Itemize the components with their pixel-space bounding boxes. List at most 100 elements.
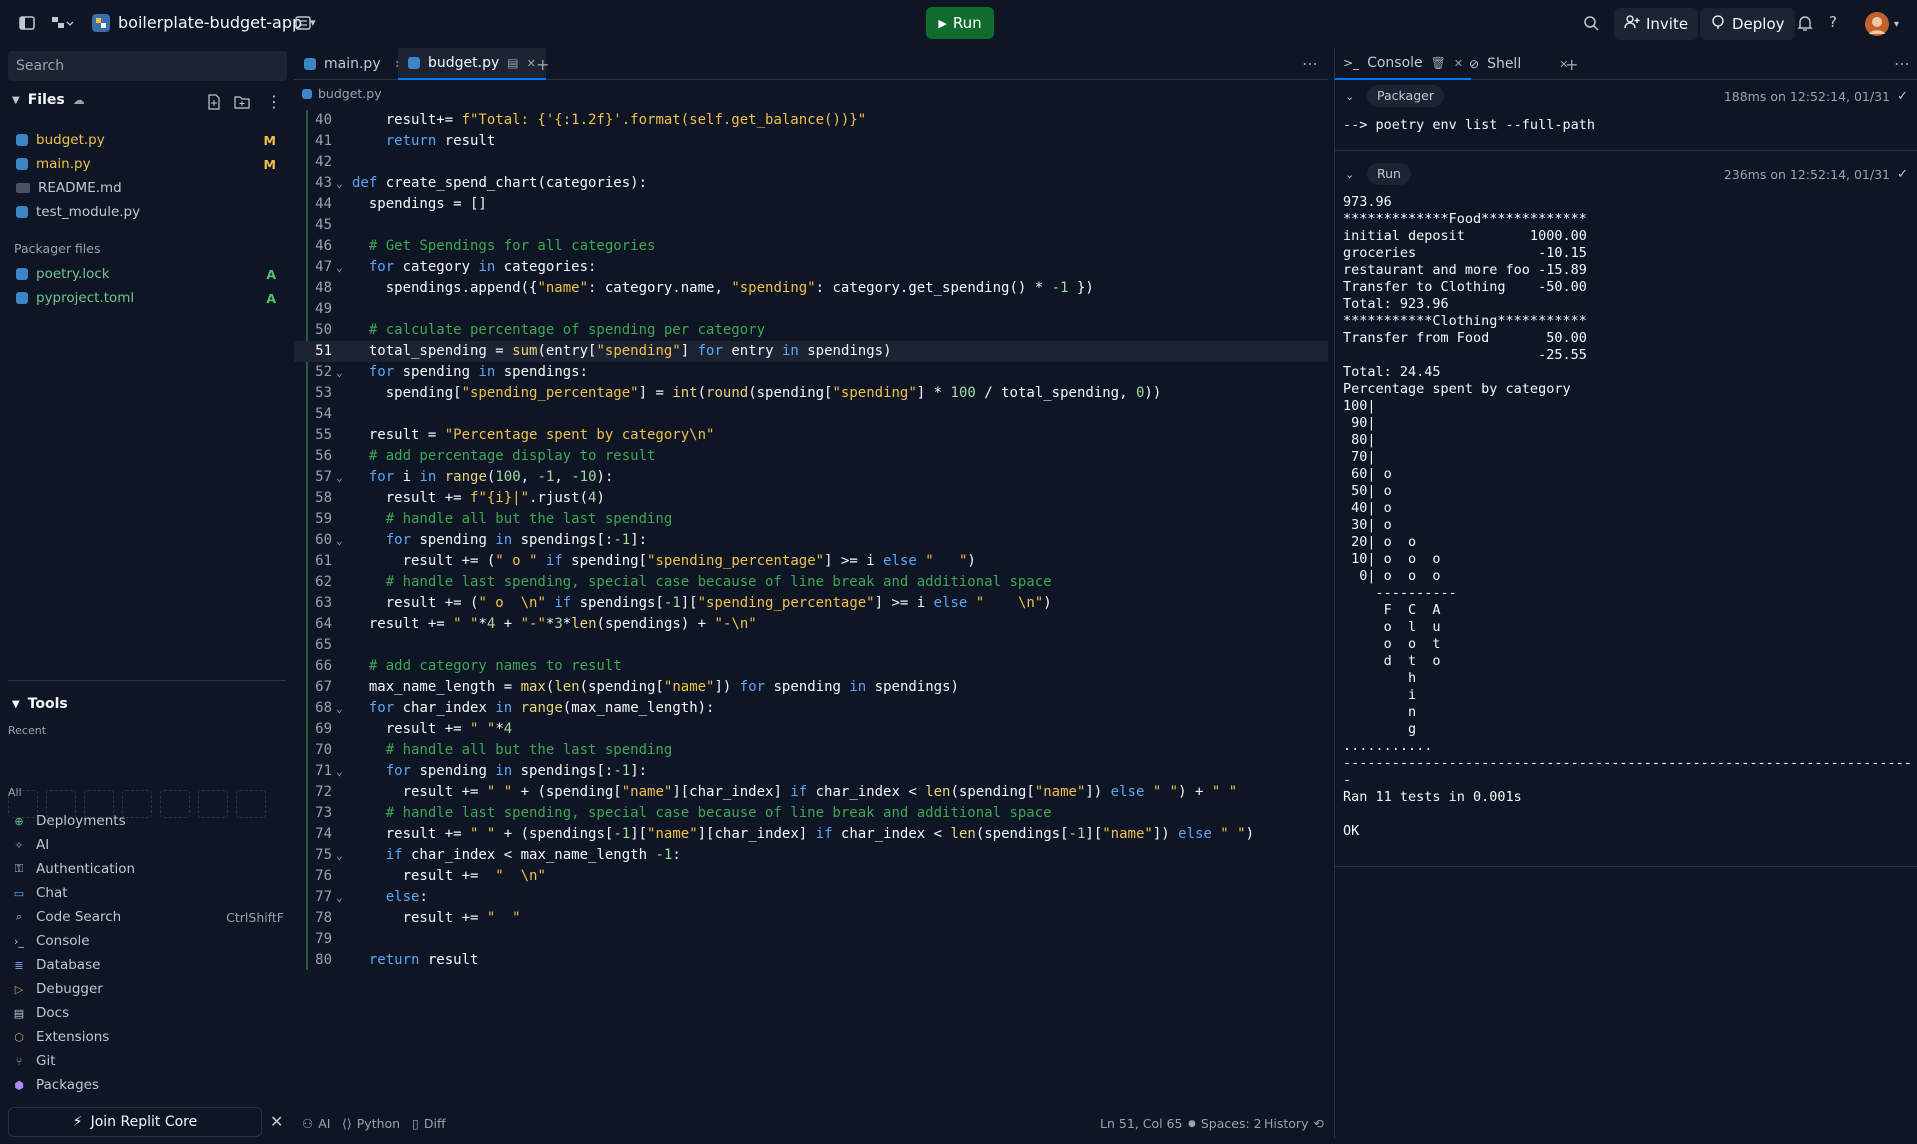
code-line[interactable]: 53 spending["spending_percentage"] = int… bbox=[294, 383, 1328, 404]
user-avatar[interactable]: ▾ bbox=[1864, 11, 1899, 37]
tool-item-ai[interactable]: ✧ AI bbox=[12, 834, 284, 856]
code-line[interactable]: 62 # handle last spending, special case … bbox=[294, 572, 1328, 593]
fold-chevron-icon[interactable]: ⌄ bbox=[336, 761, 343, 782]
code-line[interactable]: 52 ⌄ for spending in spendings: bbox=[294, 362, 1328, 383]
search-input[interactable]: Search bbox=[8, 51, 287, 81]
layout-icon[interactable] bbox=[294, 14, 312, 32]
cursor-position[interactable]: Ln 51, Col 65 bbox=[1100, 1116, 1182, 1131]
code-line[interactable]: 78 result += " " bbox=[294, 908, 1328, 929]
tool-item-database[interactable]: ≣ Database bbox=[12, 954, 284, 976]
tool-item-console[interactable]: ›_ Console bbox=[12, 930, 284, 952]
tool-item-extensions[interactable]: ⬡ Extensions bbox=[12, 1026, 284, 1048]
new-folder-icon[interactable] bbox=[234, 94, 250, 114]
code-line[interactable]: 50 # calculate percentage of spending pe… bbox=[294, 320, 1328, 341]
code-line[interactable]: 57 ⌄ for i in range(100, -1, -10): bbox=[294, 467, 1328, 488]
close-icon[interactable]: ✕ bbox=[270, 1112, 283, 1131]
code-line[interactable]: 61 result += (" o " if spending["spendin… bbox=[294, 551, 1328, 572]
app-switcher[interactable]: boilerplate-budget-app ▾ bbox=[92, 13, 316, 32]
tool-item-deployments[interactable]: ⊕ Deployments bbox=[12, 810, 284, 832]
code-line[interactable]: 73 # handle last spending, special case … bbox=[294, 803, 1328, 824]
deploy-button[interactable]: Deploy bbox=[1700, 8, 1795, 40]
code-line[interactable]: 55 result = "Percentage spent by categor… bbox=[294, 425, 1328, 446]
code-line[interactable]: 60 ⌄ for spending in spendings[:-1]: bbox=[294, 530, 1328, 551]
fold-chevron-icon[interactable]: ⌄ bbox=[336, 173, 343, 194]
code-line[interactable]: 69 result += " "*4 bbox=[294, 719, 1328, 740]
more-options-icon[interactable]: ⋯ bbox=[1894, 54, 1910, 73]
code-line[interactable]: 76 result += " \n" bbox=[294, 866, 1328, 887]
code-line[interactable]: 48 spendings.append({"name": category.na… bbox=[294, 278, 1328, 299]
code-line[interactable]: 64 result += " "*4 + "-"*3*len(spendings… bbox=[294, 614, 1328, 635]
file-item-main-py[interactable]: main.py M bbox=[16, 153, 284, 175]
code-line[interactable]: 80 return result bbox=[294, 950, 1328, 971]
ai-status[interactable]: ⚇ AI bbox=[302, 1116, 330, 1131]
fold-chevron-icon[interactable]: ⌄ bbox=[336, 845, 343, 866]
code-line[interactable]: 45 bbox=[294, 215, 1328, 236]
tool-item-authentication[interactable]: ⚿ Authentication bbox=[12, 858, 284, 880]
tab-budget-py[interactable]: budget.py ▤ ✕ bbox=[398, 48, 546, 80]
tab-main-py[interactable]: main.py ✕ bbox=[294, 48, 414, 80]
tool-item-packages[interactable]: ⬢ Packages bbox=[12, 1074, 284, 1096]
join-replit-core-button[interactable]: ⚡ Join Replit Core bbox=[8, 1107, 262, 1137]
tool-item-code-search[interactable]: ⌕ Code Search CtrlShiftF bbox=[12, 906, 284, 928]
code-line[interactable]: 70 # handle all but the last spending bbox=[294, 740, 1328, 761]
trash-icon[interactable]: 🗑 bbox=[1431, 56, 1446, 70]
code-line[interactable]: 66 # add category names to result bbox=[294, 656, 1328, 677]
code-line[interactable]: 79 bbox=[294, 929, 1328, 950]
tool-item-git[interactable]: ⑂ Git bbox=[12, 1050, 284, 1072]
language-status[interactable]: ⟨⟩ Python bbox=[342, 1116, 400, 1131]
code-line[interactable]: 72 result += " " + (spending["name"][cha… bbox=[294, 782, 1328, 803]
code-line[interactable]: 40 result+= f"Total: {'{:1.2f}'.format(s… bbox=[294, 110, 1328, 131]
code-line[interactable]: 75 ⌄ if char_index < max_name_length -1: bbox=[294, 845, 1328, 866]
files-section-header[interactable]: ▼ Files ☁ bbox=[12, 92, 85, 108]
invite-button[interactable]: Invite bbox=[1614, 8, 1699, 40]
file-item-poetry-lock[interactable]: poetry.lock A bbox=[16, 263, 284, 285]
code-line[interactable]: 74 result += " " + (spendings[-1]["name"… bbox=[294, 824, 1328, 845]
fold-chevron-icon[interactable]: ⌄ bbox=[336, 257, 343, 278]
code-line[interactable]: 65 bbox=[294, 635, 1328, 656]
file-item-test-module[interactable]: test_module.py bbox=[16, 201, 284, 223]
code-line[interactable]: 68 ⌄ for char_index in range(max_name_len… bbox=[294, 698, 1328, 719]
code-line[interactable]: 41 return result bbox=[294, 131, 1328, 152]
code-line[interactable]: 63 result += (" o \n" if spendings[-1]["… bbox=[294, 593, 1328, 614]
workspace-menu-icon[interactable] bbox=[50, 14, 74, 32]
search-icon[interactable] bbox=[1582, 14, 1600, 32]
help-icon[interactable]: ? bbox=[1829, 13, 1837, 31]
code-line[interactable]: 67 max_name_length = max(len(spending["n… bbox=[294, 677, 1328, 698]
more-options-icon[interactable]: ⋮ bbox=[266, 92, 282, 111]
indent-status[interactable]: ● Spaces: 2 bbox=[1188, 1116, 1262, 1131]
fold-chevron-icon[interactable]: ⌄ bbox=[336, 698, 343, 719]
code-line[interactable]: 54 bbox=[294, 404, 1328, 425]
more-options-icon[interactable]: ⋯ bbox=[1302, 54, 1318, 73]
code-line[interactable]: 49 bbox=[294, 299, 1328, 320]
code-line[interactable]: 42 bbox=[294, 152, 1328, 173]
code-line[interactable]: 71 ⌄ for spending in spendings[:-1]: bbox=[294, 761, 1328, 782]
diff-status[interactable]: ▯ Diff bbox=[412, 1116, 446, 1131]
file-item-pyproject[interactable]: pyproject.toml A bbox=[16, 287, 284, 309]
split-view-icon[interactable]: ▤ bbox=[507, 56, 518, 70]
sidebar-toggle-icon[interactable] bbox=[18, 14, 36, 32]
new-file-icon[interactable] bbox=[206, 94, 222, 114]
code-line[interactable]: 56 # add percentage display to result bbox=[294, 446, 1328, 467]
fold-chevron-icon[interactable]: ⌄ bbox=[336, 362, 343, 383]
tool-item-chat[interactable]: ▭ Chat bbox=[12, 882, 284, 904]
notifications-bell-icon[interactable] bbox=[1797, 14, 1813, 32]
run-button[interactable]: ▶ Run bbox=[926, 7, 994, 39]
run-section-header[interactable]: ⌄ Run 236ms on 12:52:14, 01/31 ✓ bbox=[1335, 160, 1917, 188]
new-tab-plus-icon[interactable]: + bbox=[1557, 48, 1586, 80]
fold-chevron-icon[interactable]: ⌄ bbox=[336, 530, 343, 551]
fold-chevron-icon[interactable]: ⌄ bbox=[336, 887, 343, 908]
tool-item-docs[interactable]: ▤ Docs bbox=[12, 1002, 284, 1024]
code-line[interactable]: 47 ⌄ for category in categories: bbox=[294, 257, 1328, 278]
file-item-readme[interactable]: README.md bbox=[16, 177, 284, 199]
code-line[interactable]: 46 # Get Spendings for all categories bbox=[294, 236, 1328, 257]
code-line[interactable]: 51 total_spending = sum(entry["spending"… bbox=[294, 341, 1328, 362]
code-line[interactable]: 77 ⌄ else: bbox=[294, 887, 1328, 908]
tool-item-debugger[interactable]: ▷ Debugger bbox=[12, 978, 284, 1000]
code-line[interactable]: 59 # handle all but the last spending bbox=[294, 509, 1328, 530]
code-line[interactable]: 58 result += f"{i}|".rjust(4) bbox=[294, 488, 1328, 509]
code-line[interactable]: 44 spendings = [] bbox=[294, 194, 1328, 215]
history-button[interactable]: History ⟲ bbox=[1264, 1116, 1324, 1131]
breadcrumb-file[interactable]: budget.py bbox=[318, 86, 382, 101]
tools-section-header[interactable]: ▼ Tools bbox=[12, 696, 68, 712]
fold-chevron-icon[interactable]: ⌄ bbox=[336, 467, 343, 488]
